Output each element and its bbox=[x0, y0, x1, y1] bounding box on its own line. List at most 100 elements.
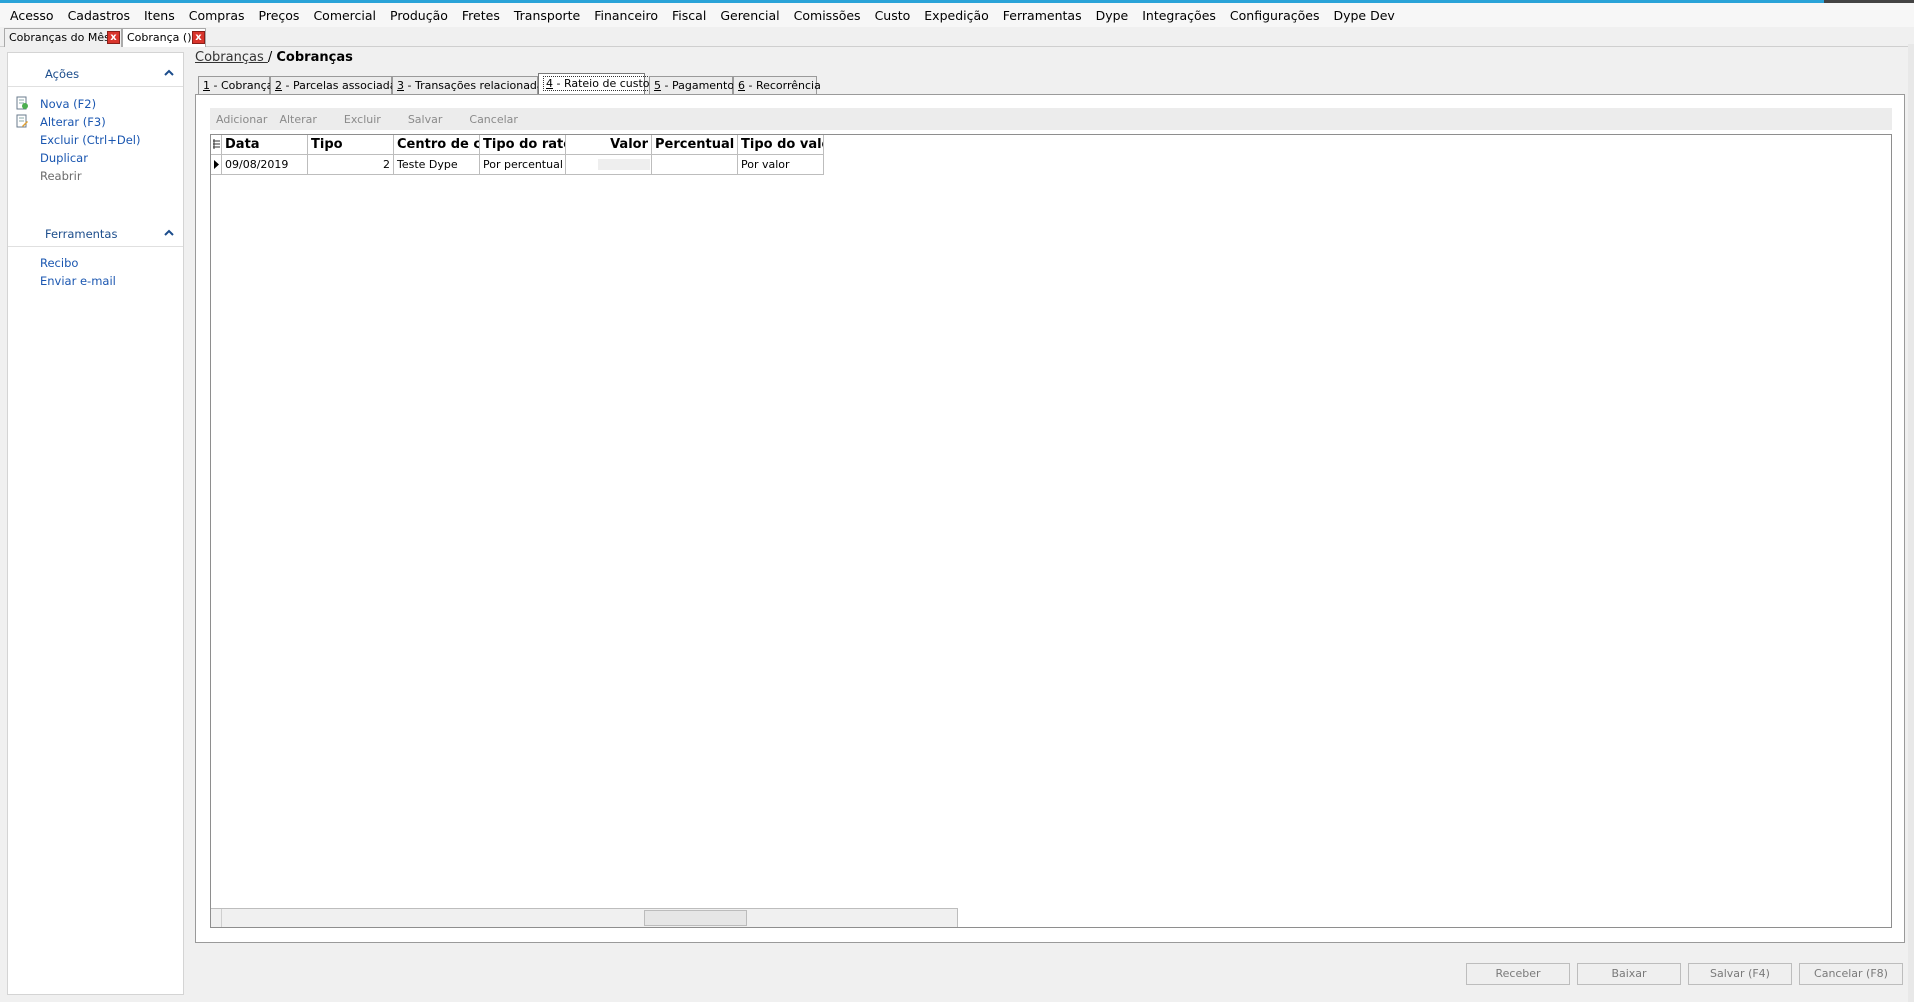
tab-label: - Rateio de custos bbox=[553, 77, 656, 90]
menu-bar: Acesso Cadastros Itens Compras Preços Co… bbox=[0, 3, 1914, 27]
current-row-arrow-icon bbox=[214, 160, 219, 169]
tab-label: - Cobrança bbox=[210, 79, 274, 92]
save-button[interactable]: Salvar (F4) bbox=[1688, 963, 1792, 985]
menu-itens[interactable]: Itens bbox=[137, 8, 182, 23]
breadcrumb: Cobranças / Cobranças bbox=[195, 50, 353, 65]
menu-comissoes[interactable]: Comissões bbox=[787, 8, 868, 23]
tab-key: 6 bbox=[738, 79, 745, 92]
cancel-button[interactable]: Cancelar (F8) bbox=[1799, 963, 1903, 985]
tab-key: 5 bbox=[654, 79, 661, 92]
menu-financeiro[interactable]: Financeiro bbox=[587, 8, 665, 23]
menu-compras[interactable]: Compras bbox=[182, 8, 252, 23]
menu-precos[interactable]: Preços bbox=[252, 8, 307, 23]
page-title: Cobranças bbox=[276, 50, 353, 65]
tab-label: - Parcelas associadas bbox=[282, 79, 403, 92]
column-header-tipo-do-valor[interactable]: Tipo do valor bbox=[738, 135, 824, 155]
save-button[interactable]: Salvar bbox=[408, 113, 443, 126]
chevron-up-icon[interactable] bbox=[163, 67, 175, 79]
scrollbar-gutter bbox=[211, 909, 222, 927]
column-header-tipo[interactable]: Tipo bbox=[308, 135, 394, 155]
acoes-title: Ações bbox=[45, 67, 80, 81]
cell-valor[interactable] bbox=[566, 155, 652, 175]
tab-key: 2 bbox=[275, 79, 282, 92]
doctab-label: Cobranças do Mês bbox=[9, 31, 110, 44]
column-header-tipo-do-rateio[interactable]: Tipo do rateio bbox=[480, 135, 566, 155]
edit-document-icon bbox=[16, 114, 28, 128]
menu-integracoes[interactable]: Integrações bbox=[1135, 8, 1223, 23]
tab-label: - Pagamentos bbox=[661, 79, 740, 92]
tab-label: - Transações relacionadas bbox=[404, 79, 550, 92]
cell-tipo[interactable]: 2 bbox=[308, 155, 394, 175]
breadcrumb-separator: / bbox=[267, 50, 273, 65]
menu-dype-dev[interactable]: Dype Dev bbox=[1326, 8, 1401, 23]
tab-rateio-de-custos[interactable]: 4 - Rateio de custos bbox=[538, 73, 659, 95]
cell-tipo-do-rateio[interactable]: Por percentual bbox=[480, 155, 566, 175]
sidebar-item-alterar[interactable]: Alterar (F3) bbox=[40, 115, 106, 129]
close-icon[interactable]: x bbox=[107, 31, 120, 44]
scrollbar-thumb[interactable] bbox=[644, 910, 747, 926]
menu-gerencial[interactable]: Gerencial bbox=[713, 8, 786, 23]
menu-dype[interactable]: Dype bbox=[1089, 8, 1136, 23]
sidebar-item-duplicar[interactable]: Duplicar bbox=[40, 151, 88, 165]
menu-acesso[interactable]: Acesso bbox=[3, 8, 61, 23]
tab-recorrencia[interactable]: 6 - Recorrência bbox=[733, 76, 821, 95]
baixar-button[interactable]: Baixar bbox=[1577, 963, 1681, 985]
add-button[interactable]: Adicionar bbox=[216, 113, 267, 126]
menu-custo[interactable]: Custo bbox=[868, 8, 918, 23]
doctab-cobrancas-do-mes[interactable]: Cobranças do Mês x bbox=[4, 28, 122, 47]
menu-configuracoes[interactable]: Configurações bbox=[1223, 8, 1327, 23]
column-header-centro-de-custo[interactable]: Centro de custo bbox=[394, 135, 480, 155]
doctab-label: Cobrança () bbox=[127, 31, 192, 44]
tab-key: 1 bbox=[203, 79, 210, 92]
sidebar-item-recibo[interactable]: Recibo bbox=[40, 256, 78, 270]
menu-fretes[interactable]: Fretes bbox=[455, 8, 507, 23]
sidebar-item-excluir[interactable]: Excluir (Ctrl+Del) bbox=[40, 133, 140, 147]
cell-tipo-do-valor[interactable]: Por valor bbox=[738, 155, 824, 175]
ferramentas-section-header[interactable]: Ferramentas bbox=[8, 221, 183, 247]
sidebar-panel: Ações Nova (F2) Alterar (F3) Excluir (Ct… bbox=[7, 52, 184, 995]
menu-ferramentas[interactable]: Ferramentas bbox=[996, 8, 1089, 23]
delete-button[interactable]: Excluir bbox=[344, 113, 381, 126]
tab-key: 3 bbox=[397, 79, 404, 92]
new-document-icon bbox=[16, 96, 28, 110]
tab-cobranca[interactable]: 1 - Cobrança bbox=[198, 76, 274, 95]
column-header-valor[interactable]: Valor bbox=[566, 135, 652, 155]
edit-button[interactable]: Alterar bbox=[279, 113, 316, 126]
menu-expedicao[interactable]: Expedição bbox=[917, 8, 996, 23]
column-header-data[interactable]: Data bbox=[222, 135, 308, 155]
tab-parcelas-associadas[interactable]: 2 - Parcelas associadas bbox=[270, 76, 402, 95]
cell-centro-de-custo[interactable]: Teste Dype bbox=[394, 155, 480, 175]
sidebar-item-nova[interactable]: Nova (F2) bbox=[40, 97, 96, 111]
grid-toolbar: Adicionar Alterar Excluir Salvar Cancela… bbox=[210, 108, 1892, 130]
tab-label-wrapper: 4 - Rateio de custos bbox=[543, 76, 659, 91]
document-tab-strip: Cobranças do Mês x Cobrança () x bbox=[0, 27, 1914, 47]
menu-cadastros[interactable]: Cadastros bbox=[61, 8, 137, 23]
menu-producao[interactable]: Produção bbox=[383, 8, 455, 23]
acoes-section-header[interactable]: Ações bbox=[8, 61, 183, 87]
rateio-grid[interactable]: Data Tipo Centro de custo Tipo do rateio… bbox=[210, 134, 1892, 928]
column-header-percentual[interactable]: Percentual bbox=[652, 135, 738, 155]
tab-pagamentos[interactable]: 5 - Pagamentos bbox=[649, 76, 740, 95]
tab-transacoes-relacionadas[interactable]: 3 - Transações relacionadas bbox=[392, 76, 549, 95]
ferramentas-title: Ferramentas bbox=[45, 227, 118, 241]
sidebar-item-reabrir[interactable]: Reabrir bbox=[40, 169, 82, 183]
doctab-cobranca[interactable]: Cobrança () x bbox=[122, 28, 206, 47]
menu-fiscal[interactable]: Fiscal bbox=[665, 8, 713, 23]
menu-comercial[interactable]: Comercial bbox=[306, 8, 383, 23]
breadcrumb-link-cobrancas[interactable]: Cobranças bbox=[195, 50, 268, 65]
menu-transporte[interactable]: Transporte bbox=[507, 8, 587, 23]
horizontal-scrollbar[interactable] bbox=[211, 908, 958, 927]
tab-key: 4 bbox=[546, 77, 553, 90]
list-icon bbox=[213, 139, 220, 149]
cell-data[interactable]: 09/08/2019 bbox=[222, 155, 308, 175]
sidebar-item-enviar-email[interactable]: Enviar e-mail bbox=[40, 274, 116, 288]
cancel-button[interactable]: Cancelar bbox=[469, 113, 518, 126]
cell-percentual[interactable] bbox=[652, 155, 738, 175]
row-indicator[interactable] bbox=[211, 155, 222, 175]
chevron-up-icon[interactable] bbox=[163, 227, 175, 239]
tab-label: - Recorrência bbox=[745, 79, 821, 92]
close-icon[interactable]: x bbox=[192, 31, 205, 44]
receber-button[interactable]: Receber bbox=[1466, 963, 1570, 985]
cell-valor-placeholder bbox=[598, 159, 650, 170]
column-chooser-icon[interactable] bbox=[211, 135, 222, 155]
